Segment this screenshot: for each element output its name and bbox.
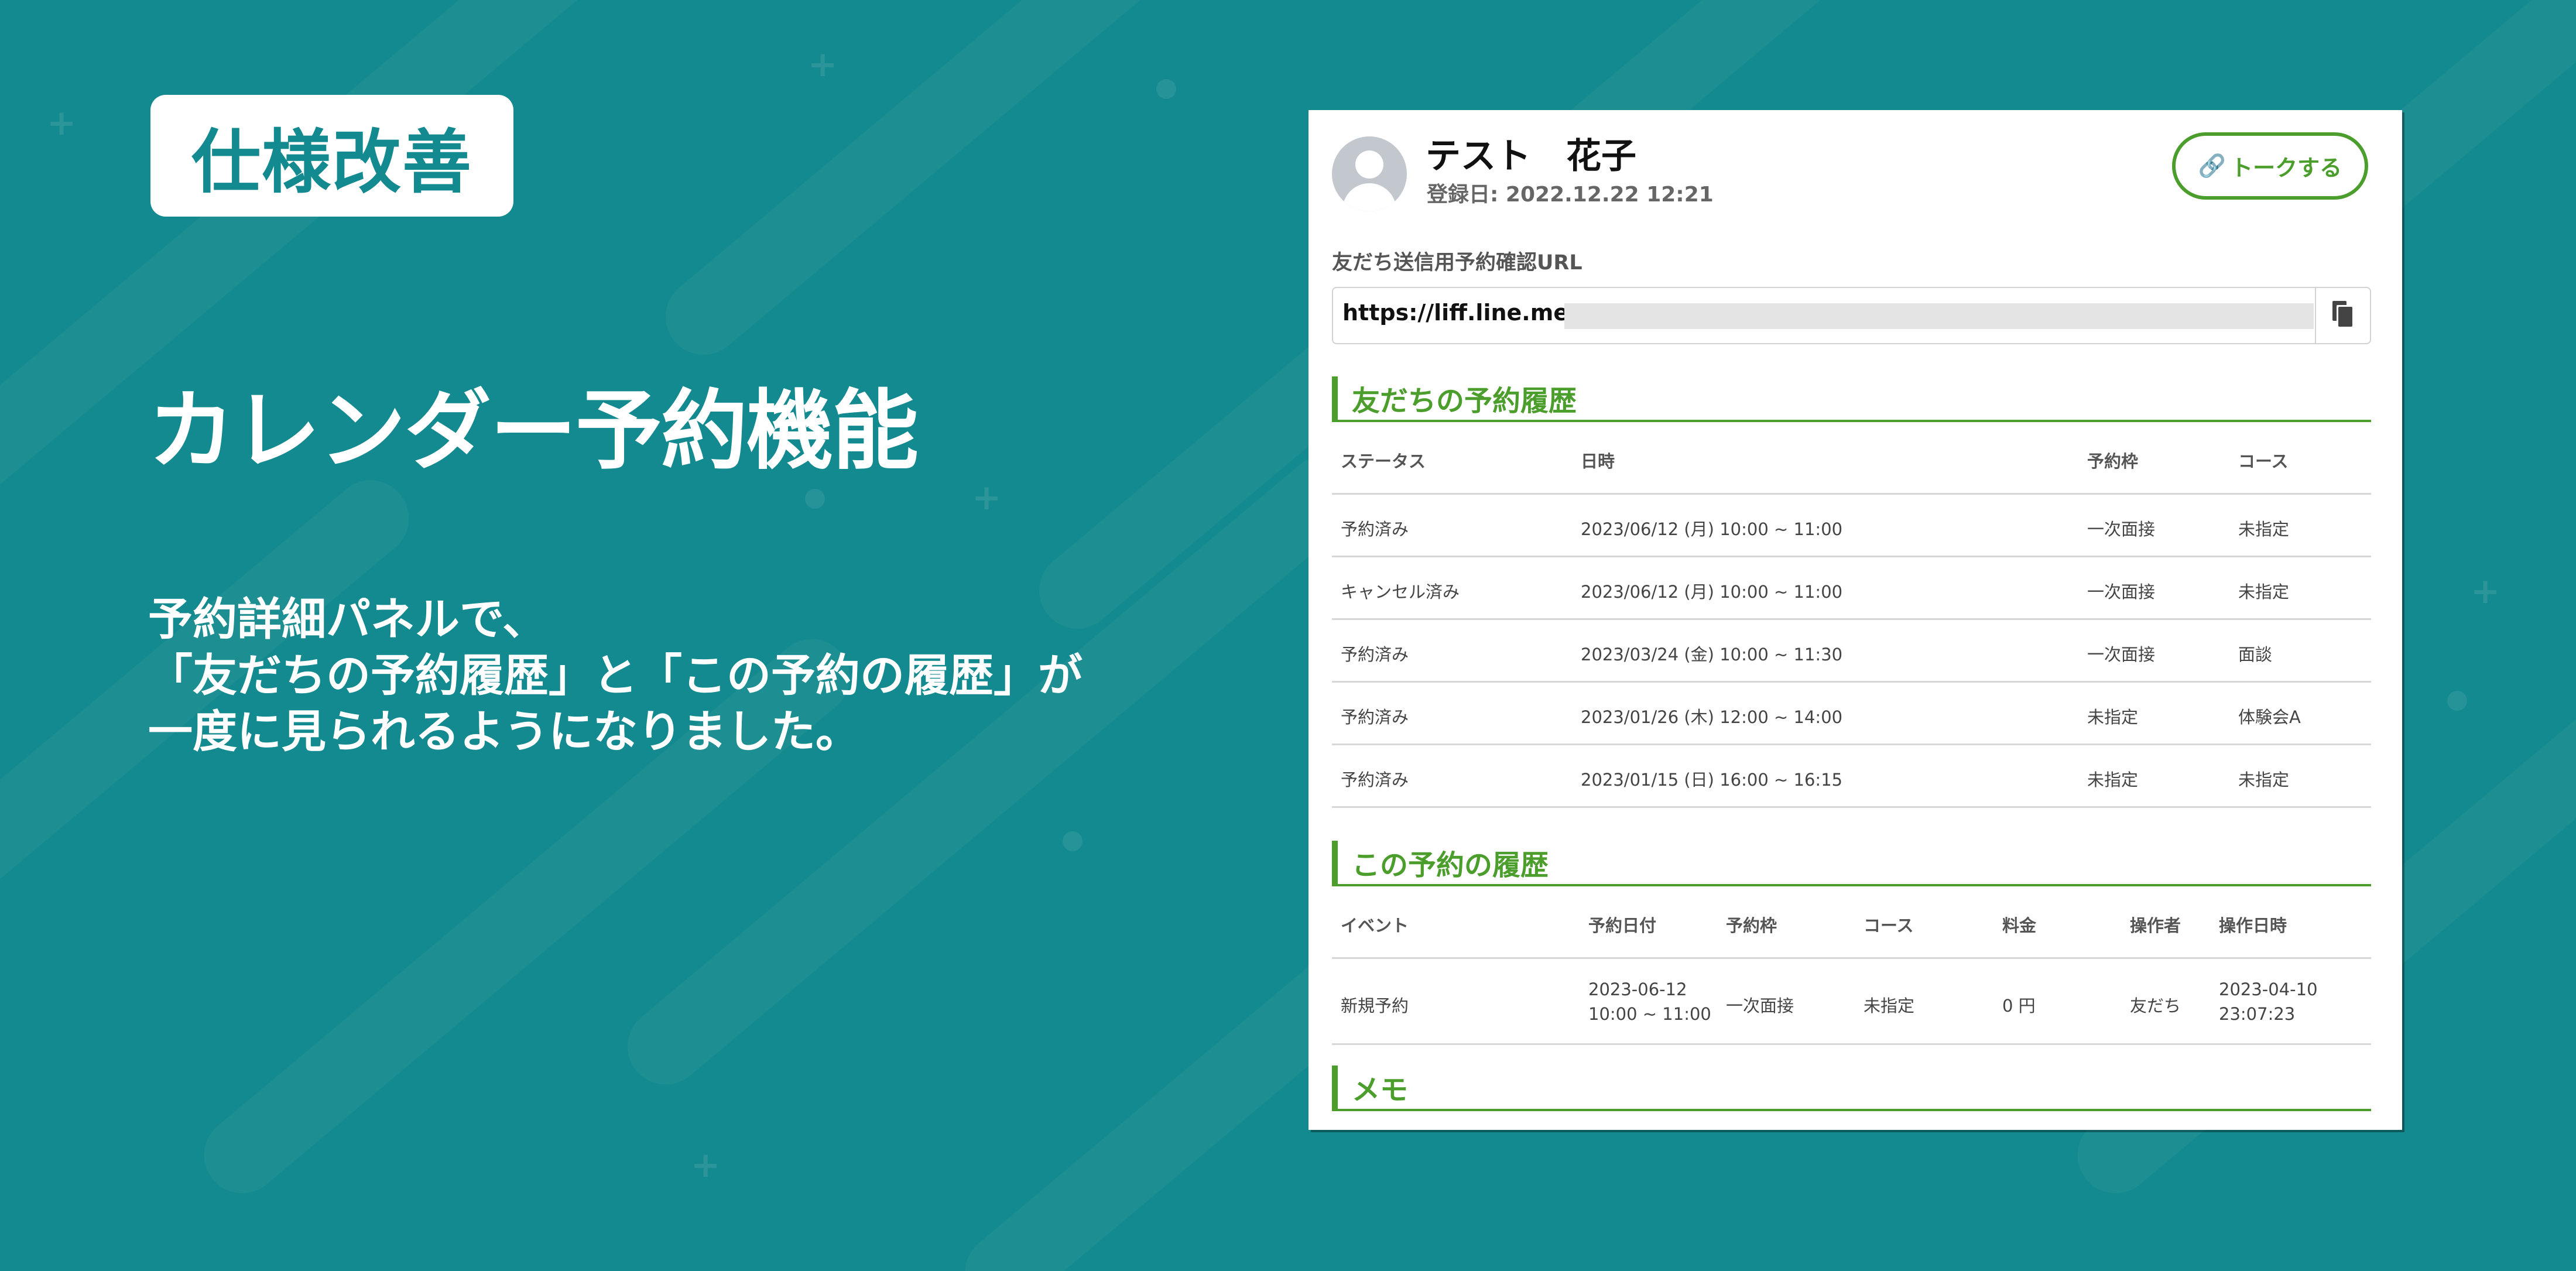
column-header: 予約枠 (1726, 916, 1777, 936)
operator-cell: 友だち (2130, 996, 2181, 1016)
course-cell: 未指定 (2238, 519, 2290, 539)
operated-at-line2: 23:07:23 (2219, 1004, 2296, 1024)
column-header: 予約日付 (1588, 916, 1657, 936)
table-row[interactable]: 予約済み 2023/06/12 (月) 10:00 ~ 11:00 一次面接 未… (1332, 495, 2371, 557)
user-silhouette-icon (1332, 136, 1407, 211)
status-cell: 予約済み (1341, 519, 1409, 539)
slot-cell: 一次面接 (2087, 645, 2156, 664)
table-row[interactable]: 予約済み 2023/01/26 (木) 12:00 ~ 14:00 未指定 体験… (1332, 683, 2371, 745)
table-row[interactable]: 予約済み 2023/03/24 (金) 10:00 ~ 11:30 一次面接 面… (1332, 620, 2371, 683)
status-cell: キャンセル済み (1341, 582, 1460, 602)
reservation-detail-panel: テスト 花子 登録日: 2022.12.22 12:21 🔗 トークする 友だち… (1308, 110, 2402, 1130)
confirmation-url-field[interactable]: https://liff.line.me/ (1332, 287, 2371, 344)
friend-history-table: ステータス 日時 予約枠 コース 予約済み 2023/06/12 (月) 10:… (1332, 422, 2371, 808)
spec-improvement-badge: 仕様改善 (150, 95, 513, 217)
datetime-cell: 2023/01/15 (日) 16:00 ~ 16:15 (1581, 770, 1843, 790)
date-cell-line1: 2023-06-12 (1588, 979, 1687, 999)
description-line: 予約詳細パネルで、 (148, 593, 547, 645)
column-header: コース (1864, 916, 1914, 936)
slot-cell: 一次面接 (1726, 996, 1794, 1016)
copy-button[interactable] (2315, 288, 2370, 343)
slot-cell: 未指定 (2087, 707, 2139, 727)
url-redaction (1564, 303, 2314, 329)
column-header: 操作者 (2130, 916, 2181, 936)
datetime-cell: 2023/01/26 (木) 12:00 ~ 14:00 (1581, 707, 1843, 727)
table-row[interactable]: キャンセル済み 2023/06/12 (月) 10:00 ~ 11:00 一次面… (1332, 557, 2371, 620)
column-header: ステータス (1341, 451, 1426, 471)
status-cell: 予約済み (1341, 770, 1409, 790)
course-cell: 未指定 (2238, 770, 2290, 790)
status-cell: 予約済み (1341, 707, 1409, 727)
column-header: 予約枠 (2087, 451, 2139, 471)
description-line: 「友だちの予約履歴」と「この予約の履歴」が (148, 649, 1083, 701)
url-label: 友だち送信用予約確認URL (1332, 251, 1582, 275)
user-name: テスト 花子 (1426, 136, 1636, 177)
badge-label: 仕様改善 (191, 121, 472, 203)
course-cell: 体験会A (2238, 707, 2301, 727)
column-header: コース (2238, 451, 2289, 471)
url-value: https://liff.line.me/ (1342, 300, 1577, 326)
datetime-cell: 2023/03/24 (金) 10:00 ~ 11:30 (1581, 645, 1843, 664)
datetime-cell: 2023/06/12 (月) 10:00 ~ 11:00 (1581, 582, 1843, 602)
slot-cell: 未指定 (2087, 770, 2139, 790)
course-cell: 面談 (2238, 645, 2273, 664)
slot-cell: 一次面接 (2087, 519, 2156, 539)
course-cell: 未指定 (1864, 996, 1915, 1016)
date-cell-line2: 10:00 ~ 11:00 (1588, 1004, 1711, 1024)
table-row[interactable]: 新規予約 2023-06-12 10:00 ~ 11:00 一次面接 未指定 0… (1332, 959, 2371, 1045)
column-header: イベント (1341, 916, 1409, 936)
this-history-table: イベント 予約日付 予約枠 コース 料金 操作者 操作日時 新規予約 2023-… (1332, 886, 2371, 1045)
feature-description: 予約詳細パネルで、 「友だちの予約履歴」と「この予約の履歴」が 一度に見られるよ… (148, 591, 1083, 760)
friend-history-title: 友だちの予約履歴 (1332, 376, 2371, 422)
memo-title: メモ (1332, 1066, 2371, 1111)
description-line: 一度に見られるようになりました。 (148, 705, 860, 758)
course-cell: 未指定 (2238, 582, 2290, 602)
this-history-title: この予約の履歴 (1332, 841, 2371, 886)
slot-cell: 一次面接 (2087, 582, 2156, 602)
table-header: イベント 予約日付 予約枠 コース 料金 操作者 操作日時 (1332, 886, 2371, 959)
event-cell: 新規予約 (1341, 996, 1409, 1016)
datetime-cell: 2023/06/12 (月) 10:00 ~ 11:00 (1581, 519, 1843, 539)
talk-button-label: トークする (2231, 155, 2342, 181)
status-cell: 予約済み (1341, 645, 1409, 664)
talk-button[interactable]: 🔗 トークする (2172, 132, 2368, 200)
feature-headline: カレンダー予約機能 (148, 381, 919, 481)
column-header: 日時 (1581, 451, 1615, 471)
fee-cell: 0 円 (2002, 996, 2036, 1016)
operated-at-line1: 2023-04-10 (2219, 979, 2318, 999)
column-header: 料金 (2002, 916, 2037, 936)
registration-date: 登録日: 2022.12.22 12:21 (1427, 183, 1714, 207)
column-header: 操作日時 (2219, 916, 2287, 936)
link-icon: 🔗 (2198, 153, 2226, 179)
table-row[interactable]: 予約済み 2023/01/15 (日) 16:00 ~ 16:15 未指定 未指… (1332, 745, 2371, 808)
table-header: ステータス 日時 予約枠 コース (1332, 422, 2371, 495)
